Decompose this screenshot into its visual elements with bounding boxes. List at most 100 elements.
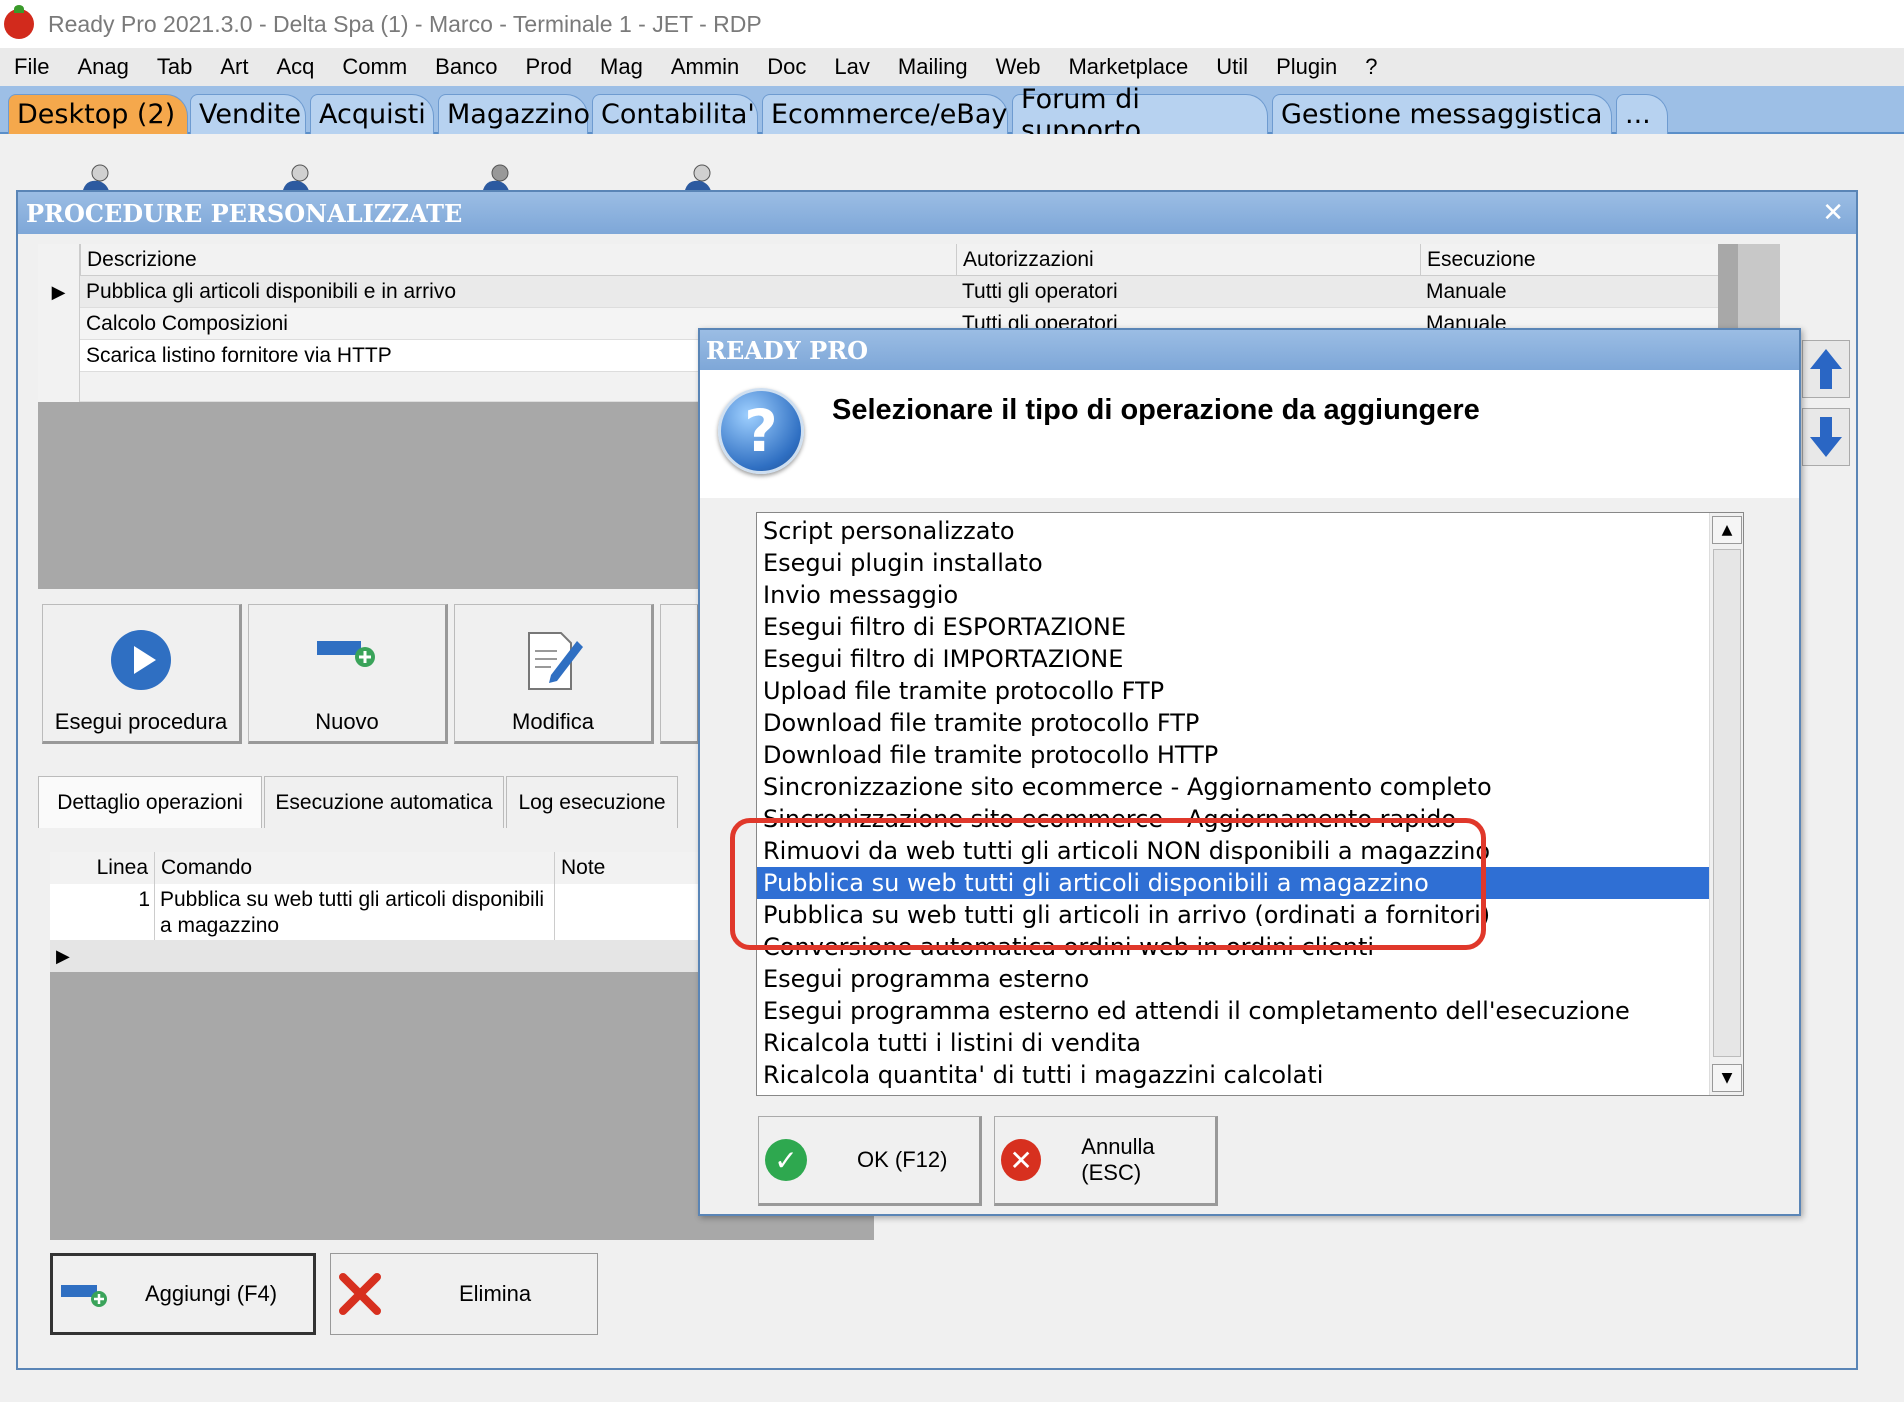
- column-divider: [154, 884, 155, 940]
- tab-esecuzione-automatica[interactable]: Esecuzione automatica: [264, 776, 504, 828]
- menu-lav[interactable]: Lav: [834, 54, 869, 80]
- menu-mailing[interactable]: Mailing: [898, 54, 968, 80]
- move-down-button[interactable]: [1802, 408, 1850, 466]
- menu-marketplace[interactable]: Marketplace: [1068, 54, 1188, 80]
- row-indicator: [38, 244, 80, 276]
- add-item-icon: [61, 1285, 107, 1307]
- list-item[interactable]: Ricalcola tutti i listini di vendita: [757, 1027, 1709, 1059]
- tab-acquisti[interactable]: Acquisti: [310, 94, 434, 134]
- current-row-arrow-icon: ▶: [56, 946, 70, 967]
- ok-button[interactable]: ✓ OK (F12): [758, 1116, 982, 1206]
- dialog-prompt: Selezionare il tipo di operazione da agg…: [832, 394, 1480, 426]
- tab-contabilita[interactable]: Contabilita': [592, 94, 758, 134]
- menu-tab[interactable]: Tab: [157, 54, 192, 80]
- list-item[interactable]: Download file tramite protocollo FTP: [757, 707, 1709, 739]
- close-icon[interactable]: ✕: [1822, 198, 1844, 228]
- check-icon: ✓: [765, 1139, 807, 1181]
- menu-banco[interactable]: Banco: [435, 54, 497, 80]
- tab-forum[interactable]: Forum di supporto: [1012, 84, 1268, 146]
- scroll-up-icon[interactable]: ▲: [1712, 516, 1742, 544]
- menu-file[interactable]: File: [14, 54, 49, 80]
- list-item[interactable]: Esegui programma esterno ed attendi il c…: [757, 995, 1709, 1027]
- column-autorizzazioni[interactable]: Autorizzazioni: [956, 244, 1420, 276]
- tab-messaggistica[interactable]: Gestione messaggistica: [1272, 94, 1612, 134]
- move-up-button[interactable]: [1802, 340, 1850, 398]
- menu-ammin[interactable]: Ammin: [671, 54, 739, 80]
- edit-document-icon: [528, 632, 583, 690]
- new-label: Nuovo: [315, 709, 379, 734]
- play-icon: [111, 630, 171, 690]
- cancel-button[interactable]: ✕ Annulla (ESC): [994, 1116, 1218, 1206]
- column-comando[interactable]: Comando: [154, 852, 554, 884]
- new-button[interactable]: Nuovo: [248, 604, 448, 744]
- ok-label: OK (F12): [857, 1147, 948, 1172]
- tab-more[interactable]: ...: [1616, 94, 1668, 134]
- list-item[interactable]: Upload file tramite protocollo FTP: [757, 675, 1709, 707]
- menu-web[interactable]: Web: [996, 54, 1041, 80]
- menu-doc[interactable]: Doc: [767, 54, 806, 80]
- add-item-icon: [317, 641, 375, 667]
- table-row-empty: [38, 372, 698, 402]
- arrow-up-icon: [1810, 349, 1842, 389]
- tab-vendite[interactable]: Vendite: [190, 94, 306, 134]
- column-divider: [554, 884, 555, 940]
- menu-util[interactable]: Util: [1216, 54, 1248, 80]
- tab-ecommerce[interactable]: Ecommerce/eBay: [762, 94, 1008, 134]
- row-indicator: [38, 372, 80, 402]
- list-item[interactable]: Ricalcola quantita' di tutti i magazzini…: [757, 1059, 1709, 1091]
- delete-label: Elimina: [459, 1281, 532, 1306]
- scrollbar-thumb[interactable]: [1713, 549, 1741, 1057]
- question-icon: ?: [718, 388, 804, 474]
- menu-mag[interactable]: Mag: [600, 54, 643, 80]
- tab-magazzino[interactable]: Magazzino: [438, 94, 590, 134]
- list-item[interactable]: Download file tramite protocollo HTTP: [757, 739, 1709, 771]
- annotation-highlight-box: [730, 818, 1486, 950]
- list-item[interactable]: Esegui plugin installato: [757, 547, 1709, 579]
- row-line-number: 1: [138, 888, 150, 911]
- strawberry-logo-icon: [4, 5, 34, 39]
- add-button[interactable]: Aggiungi (F4): [50, 1253, 316, 1335]
- tab-desktop[interactable]: Desktop (2): [8, 94, 188, 134]
- column-linea[interactable]: Linea: [50, 852, 154, 884]
- grid-scrollbar[interactable]: [1738, 244, 1780, 334]
- menu-prod[interactable]: Prod: [526, 54, 572, 80]
- run-procedure-label: Esegui procedura: [54, 709, 228, 734]
- arrow-down-icon: [1810, 417, 1842, 457]
- tab-log-esecuzione[interactable]: Log esecuzione: [506, 776, 678, 828]
- title-bar: Ready Pro 2021.3.0 - Delta Spa (1) - Mar…: [0, 0, 1904, 48]
- menu-help[interactable]: ?: [1365, 54, 1377, 80]
- main-tab-bar: Desktop (2) Vendite Acquisti Magazzino C…: [0, 84, 1904, 146]
- tab-dettaglio-operazioni[interactable]: Dettaglio operazioni: [38, 776, 262, 828]
- cancel-label: Annulla (ESC): [1081, 1134, 1155, 1185]
- procedures-window-title: PROCEDURE PERSONALIZZATE: [18, 192, 1856, 234]
- column-descrizione[interactable]: Descrizione: [80, 244, 956, 276]
- row-authorization: Tutti gli operatori: [962, 280, 1118, 303]
- operation-type-dialog: READY PRO ? Selezionare il tipo di opera…: [698, 328, 1801, 1216]
- list-scrollbar[interactable]: ▲ ▼: [1709, 513, 1743, 1095]
- delete-x-icon: [339, 1273, 381, 1315]
- list-item[interactable]: Script personalizzato: [757, 515, 1709, 547]
- list-item[interactable]: Esegui programma esterno: [757, 963, 1709, 995]
- menu-comm[interactable]: Comm: [342, 54, 407, 80]
- add-label: Aggiungi (F4): [145, 1281, 278, 1306]
- list-item[interactable]: Esegui filtro di IMPORTAZIONE: [757, 643, 1709, 675]
- row-indicator: [38, 308, 80, 340]
- list-item[interactable]: Esegui filtro di ESPORTAZIONE: [757, 611, 1709, 643]
- more-button[interactable]: [660, 604, 700, 744]
- menu-acq[interactable]: Acq: [276, 54, 314, 80]
- delete-button[interactable]: Elimina: [330, 1253, 598, 1335]
- current-row-arrow-icon: ▶: [38, 276, 80, 308]
- list-item[interactable]: Sincronizzazione sito ecommerce - Aggior…: [757, 771, 1709, 803]
- scroll-down-icon[interactable]: ▼: [1712, 1064, 1742, 1092]
- menu-anag[interactable]: Anag: [77, 54, 128, 80]
- menu-bar: File Anag Tab Art Acq Comm Banco Prod Ma…: [0, 48, 1904, 86]
- window-title: Ready Pro 2021.3.0 - Delta Spa (1) - Mar…: [48, 10, 762, 37]
- edit-button[interactable]: Modifica: [454, 604, 654, 744]
- table-row[interactable]: ▶ Pubblica gli articoli disponibili e in…: [38, 276, 1718, 308]
- run-procedure-button[interactable]: Esegui procedura: [42, 604, 242, 744]
- menu-plugin[interactable]: Plugin: [1276, 54, 1337, 80]
- operation-type-list[interactable]: Script personalizzato Esegui plugin inst…: [756, 512, 1744, 1096]
- list-item[interactable]: Invio messaggio: [757, 579, 1709, 611]
- column-esecuzione[interactable]: Esecuzione: [1420, 244, 1718, 276]
- menu-art[interactable]: Art: [220, 54, 248, 80]
